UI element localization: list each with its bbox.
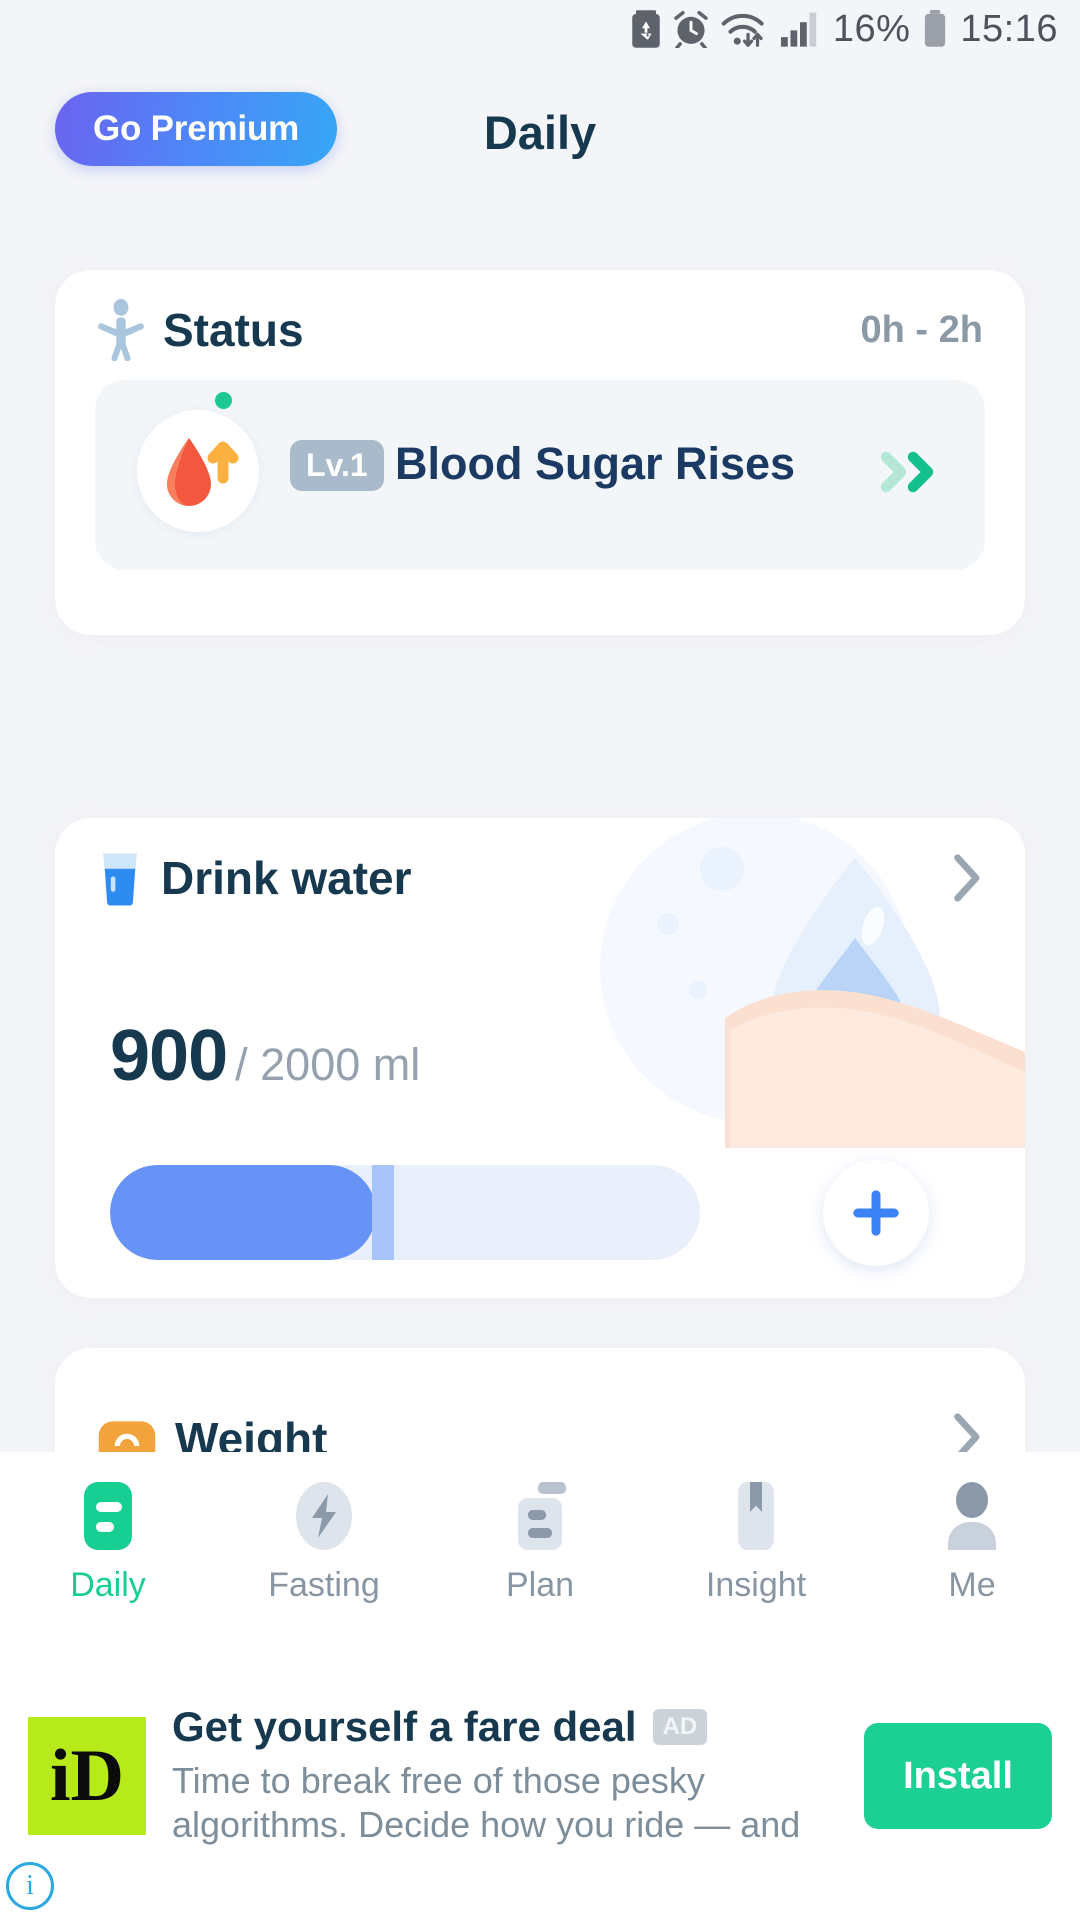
status-indicator-dot [215, 392, 232, 409]
nav-label-daily: Daily [70, 1565, 146, 1604]
level-badge: Lv.1 [290, 440, 384, 491]
person-icon [98, 299, 144, 361]
status-card-header: Status 0h - 2h [55, 270, 1025, 390]
status-entry-label: Blood Sugar Rises [395, 438, 796, 489]
alarm-icon [674, 10, 708, 48]
person-avatar-icon [948, 1481, 996, 1550]
nav-label-fasting: Fasting [268, 1565, 380, 1604]
ad-body: Get yourself a fare deal AD Time to brea… [172, 1703, 846, 1849]
ad-brand-icon: iD [28, 1717, 146, 1835]
nav-label-insight: Insight [705, 1565, 807, 1604]
plan-document-icon [518, 1481, 566, 1550]
plus-icon [853, 1190, 899, 1236]
add-water-button[interactable] [823, 1160, 929, 1266]
cellular-signal-icon [780, 12, 817, 47]
go-premium-button[interactable]: Go Premium [55, 92, 337, 166]
status-bar: 16% 15:16 [0, 0, 1080, 58]
battery-saver-icon [632, 10, 660, 48]
status-entry-row[interactable]: Lv.1 Blood Sugar Rises [95, 380, 985, 570]
app-header: Daily Go Premium [0, 78, 1080, 188]
water-goal-value: / 2000 ml [235, 1039, 421, 1090]
nav-item-insight[interactable]: Insight [648, 1480, 864, 1605]
bottom-navigation: Daily Fasting Plan Insight Me [0, 1452, 1080, 1632]
nav-item-me[interactable]: Me [864, 1480, 1080, 1605]
ad-title: Get yourself a fare deal [172, 1703, 637, 1750]
water-glass-icon [103, 853, 137, 906]
double-chevron-right-icon[interactable] [877, 442, 943, 502]
nav-label-plan: Plan [505, 1565, 575, 1604]
water-progress-fill [110, 1165, 376, 1260]
daily-list-icon [84, 1481, 132, 1550]
lightning-bolt-icon [296, 1481, 352, 1550]
battery-percent-label: 16% [832, 7, 911, 50]
wifi-icon [721, 13, 764, 47]
water-progress-track[interactable] [110, 1165, 700, 1260]
chevron-right-icon[interactable] [949, 851, 983, 905]
drink-water-header: Drink water [55, 818, 1025, 938]
water-progress-edge [371, 1165, 394, 1260]
nav-item-plan[interactable]: Plan [432, 1480, 648, 1605]
status-time-range: 0h - 2h [860, 308, 983, 351]
install-button[interactable]: Install [864, 1723, 1052, 1829]
status-card-title: Status [163, 304, 304, 356]
water-current-value: 900 [110, 1016, 228, 1096]
nav-label-me: Me [948, 1565, 996, 1604]
blood-drop-rising-icon [137, 392, 259, 532]
water-amount: 900/ 2000 ml [110, 1015, 420, 1097]
ad-label-badge: AD [652, 1709, 708, 1745]
clock-label: 15:16 [960, 7, 1058, 50]
status-card[interactable]: Status 0h - 2h Lv.1 Blood Sugar Rises [55, 270, 1025, 635]
ad-banner[interactable]: iD Get yourself a fare deal AD Time to b… [0, 1632, 1080, 1920]
battery-icon [925, 10, 946, 47]
nav-item-fasting[interactable]: Fasting [216, 1480, 432, 1605]
nav-item-daily[interactable]: Daily [0, 1480, 216, 1605]
bookmark-icon [738, 1481, 774, 1550]
drink-water-title: Drink water [161, 852, 412, 904]
ad-info-icon[interactable]: i [6, 1862, 54, 1910]
ad-description: Time to break free of those pesky algori… [172, 1760, 801, 1849]
